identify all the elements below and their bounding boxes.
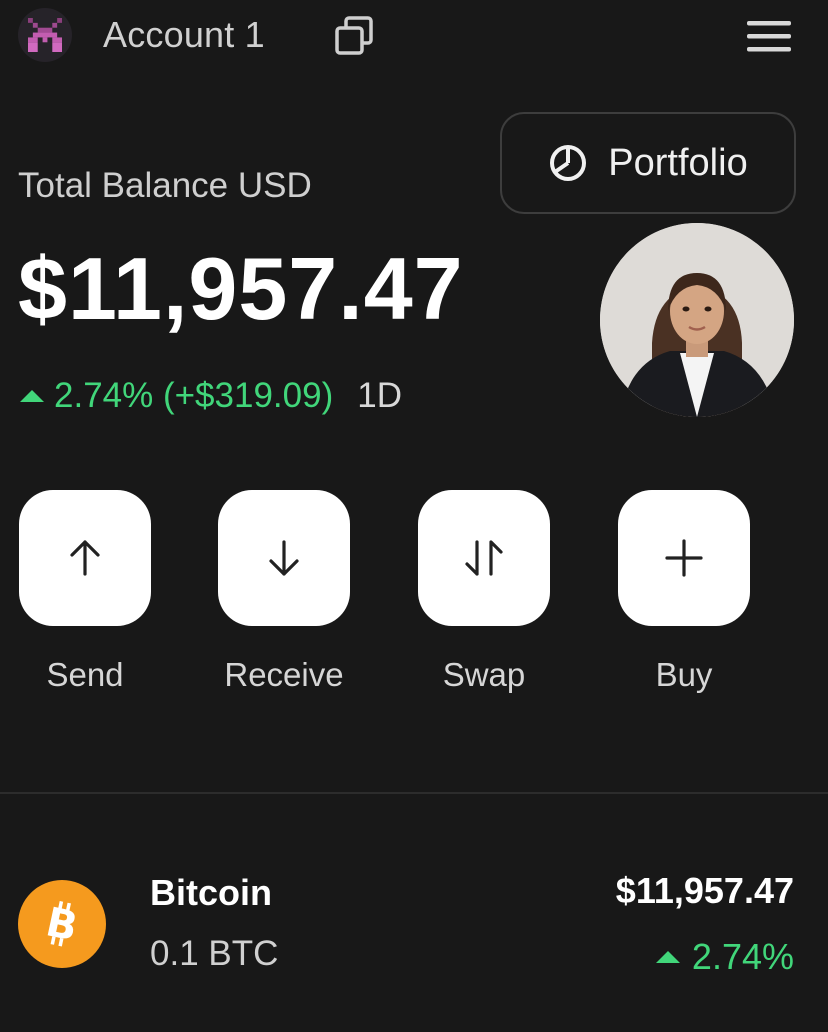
asset-amount: 0.1 BTC bbox=[150, 934, 279, 973]
asset-value: $11,957.47 bbox=[615, 870, 794, 911]
swap-label: Swap bbox=[442, 656, 526, 693]
asset-row-bitcoin[interactable]: B Bitcoin 0.1 BTC $11,957.47 2.74% bbox=[0, 860, 828, 990]
receive-button[interactable] bbox=[218, 490, 350, 626]
pixel-logo-icon bbox=[28, 18, 62, 52]
balance-change: 2.74% (+$319.09) 1D bbox=[20, 376, 402, 416]
plus-icon bbox=[665, 539, 703, 577]
copy-icon[interactable] bbox=[331, 12, 379, 60]
balance-change-value: 2.74% (+$319.09) bbox=[54, 376, 334, 415]
hamburger-menu-icon[interactable] bbox=[744, 14, 794, 58]
arrow-up-icon bbox=[70, 540, 100, 576]
action-receive: Receive bbox=[218, 490, 350, 694]
profile-photo[interactable] bbox=[600, 223, 794, 417]
portfolio-button[interactable]: Portfolio bbox=[500, 112, 796, 214]
account-name[interactable]: Account 1 bbox=[103, 14, 265, 56]
account-avatar[interactable] bbox=[18, 8, 72, 62]
action-swap: Swap bbox=[418, 490, 550, 694]
period-selector[interactable]: 1D bbox=[357, 376, 402, 416]
asset-change-value: 2.74% bbox=[691, 936, 794, 977]
swap-arrows-icon bbox=[465, 540, 503, 576]
action-send: Send bbox=[19, 490, 151, 694]
swap-button[interactable] bbox=[418, 490, 550, 626]
arrow-down-icon bbox=[269, 540, 299, 576]
portfolio-label: Portfolio bbox=[608, 141, 748, 184]
buy-label: Buy bbox=[655, 656, 713, 693]
total-balance: $11,957.47 bbox=[18, 239, 464, 338]
action-buy: Buy bbox=[618, 490, 750, 694]
balance-label: Total Balance USD bbox=[18, 166, 312, 205]
section-divider bbox=[0, 792, 828, 794]
pie-chart-icon bbox=[550, 145, 587, 181]
person-portrait-icon bbox=[600, 223, 794, 417]
send-label: Send bbox=[46, 656, 124, 693]
buy-button[interactable] bbox=[618, 490, 750, 626]
asset-change: 2.74% bbox=[655, 936, 794, 978]
send-button[interactable] bbox=[19, 490, 151, 626]
asset-name: Bitcoin bbox=[150, 872, 272, 913]
wallet-home-screen: Account 1 Portfolio Total Balance USD $1… bbox=[0, 0, 828, 1032]
receive-label: Receive bbox=[224, 656, 344, 693]
bitcoin-icon: B bbox=[18, 880, 106, 968]
triangle-up-icon bbox=[655, 951, 680, 963]
triangle-up-icon bbox=[20, 390, 44, 402]
